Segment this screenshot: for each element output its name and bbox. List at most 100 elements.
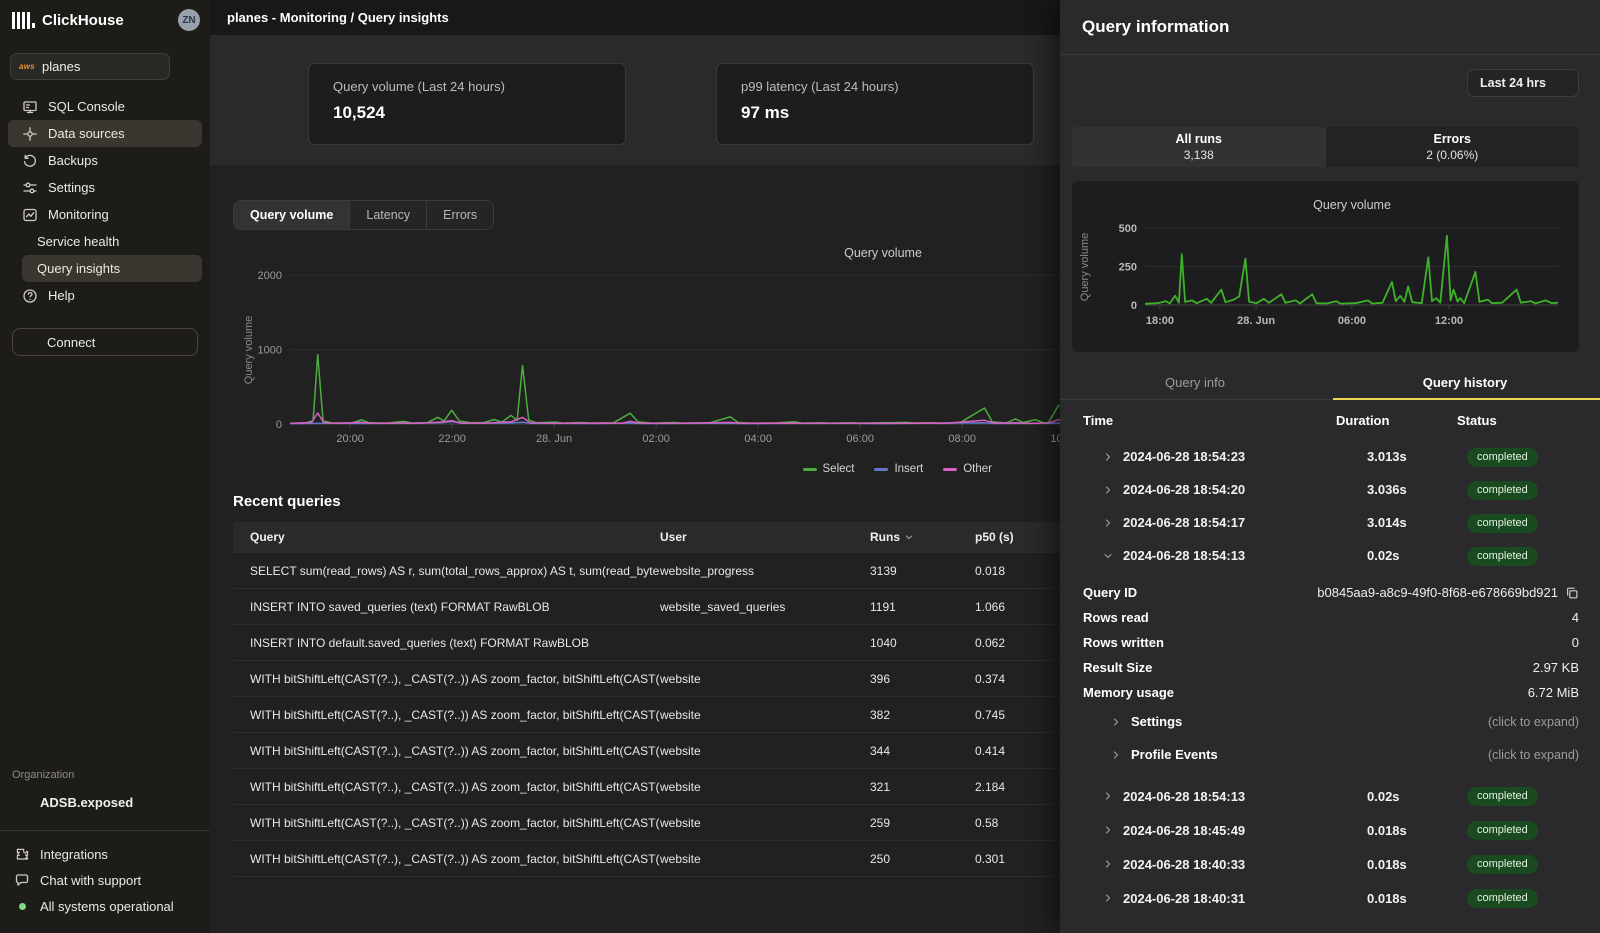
sidebar-item-data-sources[interactable]: Data sources [8,120,202,147]
history-timestamp: 2024-06-28 18:54:23 [1123,449,1245,464]
sort-control[interactable]: Runs [870,530,914,544]
history-timestamp: 2024-06-28 18:40:31 [1123,891,1245,906]
brand-name: ClickHouse [42,12,124,29]
history-row[interactable]: 2024-06-28 18:40:310.018scompleted [1083,881,1579,915]
sidebar-item-help[interactable]: Help [8,282,202,309]
history-row[interactable]: 2024-06-28 18:54:173.014scompleted [1083,506,1579,539]
status-badge: completed [1467,787,1538,806]
history-row[interactable]: 2024-06-28 18:54:203.036scompleted [1083,473,1579,506]
cell-query: SELECT sum(read_rows) AS r, sum(total_ro… [250,564,660,578]
time-range-select[interactable]: Last 24 hrs [1467,69,1579,97]
column-header-runs[interactable]: Runs [870,530,975,544]
table-row[interactable]: SELECT sum(read_rows) AS r, sum(total_ro… [233,552,1060,588]
tab-query-info[interactable]: Query info [1060,366,1330,399]
legend-label: Insert [894,463,923,475]
user-avatar[interactable]: ZN [178,9,200,31]
history-row[interactable]: 2024-06-28 18:45:490.018scompleted [1083,813,1579,847]
expandable-profile-events[interactable]: Profile Events(click to expand) [1083,738,1579,771]
svg-text:1000: 1000 [258,345,282,357]
stat-value: 97 ms [741,103,1009,123]
history-status: completed [1457,854,1579,874]
connect-button[interactable]: Connect [12,328,198,356]
sidebar-item-label: All systems operational [40,899,174,914]
svg-text:06:00: 06:00 [1338,315,1366,327]
expanded-details: Query IDb0845aa9-a8c9-49f0-8f68-e678669b… [1083,580,1579,771]
tab-errors[interactable]: Errors [427,201,493,229]
table-row[interactable]: WITH bitShiftLeft(CAST(?..), _CAST(?..))… [233,696,1060,732]
table-row[interactable]: INSERT INTO saved_queries (text) FORMAT … [233,588,1060,624]
expandable-label: Profile Events [1131,747,1218,762]
sidebar-item-service-health[interactable]: Service health [8,228,202,255]
sidebar-item-sql-console[interactable]: SQL Console [8,93,202,120]
status-badge: completed [1467,855,1538,874]
cell-runs: 382 [870,708,975,722]
cell-p50: 2.184 [975,780,1060,794]
history-more-rows: 2024-06-28 18:54:130.02scompleted2024-06… [1083,779,1579,915]
tab-query-history[interactable]: Query history [1330,366,1600,399]
history-row[interactable]: 2024-06-28 18:40:330.018scompleted [1083,847,1579,881]
sidebar-item-organization[interactable]: ADSB.exposed [0,788,210,816]
sidebar-bottom: Organization ADSB.exposed IntegrationsCh… [0,769,210,933]
sort-down-icon [904,532,914,542]
sidebar-item-query-insights[interactable]: Query insights [22,255,202,282]
close-icon[interactable] [1560,18,1578,36]
sidebar-item-chat-with-support[interactable]: Chat with support [0,867,210,893]
detail-label: Result Size [1083,660,1152,675]
column-header-query[interactable]: Query [250,530,660,544]
query-volume-chart: 01000200020:0022:0028. Jun02:0004:0006:0… [230,234,1060,459]
tab-latency[interactable]: Latency [350,201,427,229]
detail-field-memory-usage: Memory usage6.72 MiB [1083,680,1579,705]
sidebar-item-label: Data sources [48,126,125,141]
history-row[interactable]: 2024-06-28 18:54:130.02scompleted [1083,539,1579,572]
legend-item-select[interactable]: Select [803,463,855,475]
legend-item-insert[interactable]: Insert [874,463,923,475]
history-time: 2024-06-28 18:54:23 [1083,449,1336,464]
column-header-p50-s[interactable]: p50 (s) [975,530,1060,544]
expandable-settings[interactable]: Settings(click to expand) [1083,705,1579,738]
cell-runs: 250 [870,852,975,866]
table-row[interactable]: WITH bitShiftLeft(CAST(?..), _CAST(?..))… [233,732,1060,768]
table-row[interactable]: INSERT INTO default.saved_queries (text)… [233,624,1060,660]
table-row[interactable]: WITH bitShiftLeft(CAST(?..), _CAST(?..))… [233,768,1060,804]
expandable-label: Settings [1131,714,1182,729]
close-x-icon [1562,19,1576,33]
panel-tabs: Query infoQuery history [1060,366,1600,400]
segment-all-runs[interactable]: All runs3,138 [1072,127,1326,167]
sidebar-item-label: Monitoring [48,207,109,222]
cell-user: website [660,744,870,758]
history-time: 2024-06-28 18:54:17 [1083,515,1336,530]
sidebar-item-monitoring[interactable]: Monitoring [8,201,202,228]
cell-user: website_progress [660,564,870,578]
service-name: planes [42,59,142,74]
legend-item-other[interactable]: Other [943,463,992,475]
history-status: completed [1457,513,1579,533]
detail-value-text: 0 [1572,635,1579,650]
sidebar-item-integrations[interactable]: Integrations [0,841,210,867]
sidebar-item-settings[interactable]: Settings [8,174,202,201]
stat-label: Query volume (Last 24 hours) [333,79,601,94]
cell-user: website_saved_queries [660,600,870,614]
table-row[interactable]: WITH bitShiftLeft(CAST(?..), _CAST(?..))… [233,660,1060,696]
column-header-user[interactable]: User [660,530,870,544]
add-service-button[interactable] [176,55,200,79]
service-selector[interactable]: aws planes [10,53,170,80]
panel-chart-card: 025050018:0028. Jun06:0012:00Query volum… [1072,181,1579,352]
main-header: planes - Monitoring / Query insights [210,0,1060,35]
history-row[interactable]: 2024-06-28 18:54:233.013scompleted [1083,440,1579,473]
main-content: planes - Monitoring / Query insights Que… [210,0,1060,933]
chevron-right-icon [1102,858,1114,870]
segment-label: Errors [1433,132,1471,146]
tab-query-volume[interactable]: Query volume [234,201,350,229]
cell-query: WITH bitShiftLeft(CAST(?..), _CAST(?..))… [250,780,660,794]
history-status: completed [1457,447,1579,467]
sidebar-item-all-systems-operational[interactable]: All systems operational [0,893,210,919]
table-row[interactable]: WITH bitShiftLeft(CAST(?..), _CAST(?..))… [233,804,1060,840]
table-row[interactable]: WITH bitShiftLeft(CAST(?..), _CAST(?..))… [233,840,1060,876]
segment-errors[interactable]: Errors2 (0.06%) [1326,127,1580,167]
history-row[interactable]: 2024-06-28 18:54:130.02scompleted [1083,779,1579,813]
app: ClickHouse ZN aws planes SQL Console Data… [0,0,1600,933]
history-timestamp: 2024-06-28 18:54:13 [1123,789,1245,804]
cell-query: WITH bitShiftLeft(CAST(?..), _CAST(?..))… [250,672,660,686]
sidebar-item-backups[interactable]: Backups [8,147,202,174]
chevron-right-icon [1102,824,1114,836]
